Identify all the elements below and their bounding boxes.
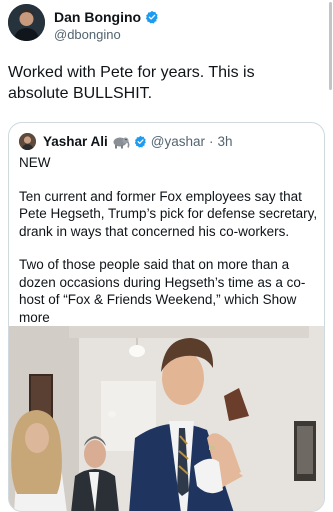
quoted-author-name[interactable]: Yashar Ali [43, 134, 108, 149]
quoted-handle[interactable]: @yashar [151, 134, 205, 149]
verified-badge-icon [134, 135, 146, 148]
time-separator: · [209, 134, 214, 149]
quoted-paragraph: Ten current and former Fox employees say… [19, 188, 318, 239]
quoted-paragraph: Two of those people said that on more th… [19, 257, 306, 325]
quoted-avatar[interactable] [19, 133, 36, 150]
quoted-text: NEW Ten current and former Fox employees… [19, 154, 319, 326]
author-handle[interactable]: @dbongino [54, 27, 121, 42]
quoted-timestamp[interactable]: 3h [218, 134, 233, 149]
verified-badge-icon [145, 10, 158, 24]
tweet-text: Worked with Pete for years. This is abso… [8, 64, 255, 102]
quoted-header: Yashar Ali @yashar · 3h [19, 133, 233, 150]
quoted-tweet[interactable]: Yashar Ali @yashar · 3h NEW Ten current … [8, 122, 325, 512]
author-name[interactable]: Dan Bongino [54, 9, 141, 25]
author-avatar[interactable] [8, 4, 45, 41]
tweet-header: Dan Bongino @dbongino [8, 4, 318, 44]
quoted-paragraph: NEW [19, 155, 51, 170]
scrollbar[interactable] [329, 2, 332, 90]
quoted-photo[interactable] [9, 326, 324, 511]
elephant-emoji-icon [113, 137, 130, 148]
